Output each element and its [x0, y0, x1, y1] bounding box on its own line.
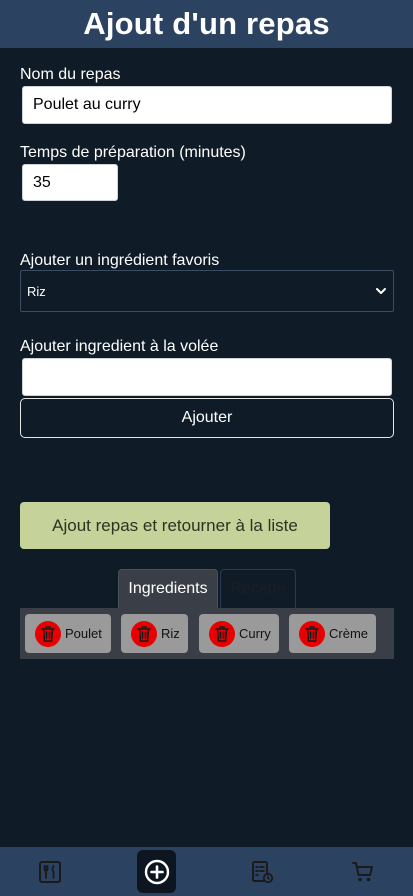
meal-name-input[interactable]	[22, 86, 392, 124]
cart-icon	[352, 861, 373, 881]
trash-icon[interactable]	[35, 620, 61, 647]
meals-icon	[39, 860, 61, 883]
recipe-list-icon	[252, 860, 274, 883]
prep-time-input[interactable]	[22, 164, 118, 201]
chevron-down-icon	[376, 288, 386, 294]
nav-cart[interactable]	[343, 847, 383, 896]
trash-icon[interactable]	[299, 620, 325, 647]
submit-meal-button[interactable]: Ajout repas et retourner à la liste	[20, 502, 330, 549]
favorite-ingredient-label: Ajouter un ingrédient favoris	[20, 252, 220, 269]
ingredient-chip[interactable]: Riz	[121, 614, 188, 653]
favorite-ingredient-value: Riz	[27, 283, 46, 299]
tab-recipe[interactable]: Recette	[220, 569, 296, 608]
ingredient-chip-label: Poulet	[65, 626, 102, 641]
trash-icon[interactable]	[131, 620, 157, 647]
ingredient-chip-label: Crème	[329, 626, 369, 641]
ingredient-chip[interactable]: Poulet	[25, 614, 111, 653]
ingredient-chip-label: Curry	[239, 626, 271, 641]
nav-recipes[interactable]	[242, 847, 282, 896]
add-ingredient-button[interactable]: Ajouter	[20, 398, 394, 438]
nav-meals[interactable]	[30, 847, 70, 896]
ingredient-chip-panel: Poulet Riz Curry Crème	[20, 608, 394, 659]
tab-ingredients[interactable]: Ingredients	[118, 569, 218, 608]
add-circle-icon	[144, 859, 169, 884]
prep-time-label: Temps de préparation (minutes)	[20, 144, 246, 161]
bottom-nav	[0, 847, 413, 896]
trash-icon[interactable]	[209, 620, 235, 647]
ingredient-chip[interactable]: Curry	[199, 614, 279, 653]
freeform-ingredient-label: Ajouter ingredient à la volée	[20, 338, 219, 355]
nav-add-meal[interactable]	[137, 850, 176, 893]
ingredient-chip-label: Riz	[161, 626, 180, 641]
ingredient-chip[interactable]: Crème	[289, 614, 376, 653]
meal-name-label: Nom du repas	[20, 66, 121, 83]
app-header: Ajout d'un repas	[0, 0, 413, 48]
freeform-ingredient-input[interactable]	[22, 358, 392, 396]
favorite-ingredient-select[interactable]: Riz	[20, 270, 394, 312]
page-title: Ajout d'un repas	[83, 6, 330, 41]
